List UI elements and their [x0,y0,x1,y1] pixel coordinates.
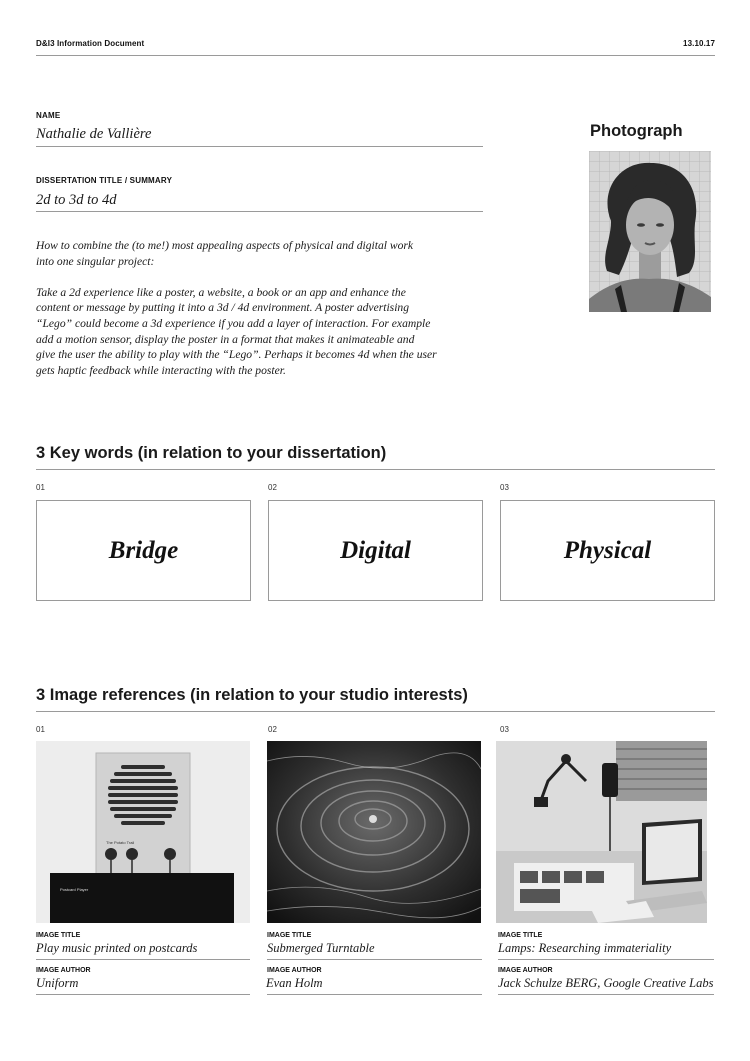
postcard-text: The Potato Trail [106,840,134,845]
references-heading: 3 Image references (in relation to your … [36,686,468,704]
reference-number: 03 [500,725,509,734]
reference-number: 02 [268,725,277,734]
caption-divider [267,959,482,960]
image-title-value: Lamps: Researching immateriality [498,941,672,955]
keyword-text: Digital [340,536,411,564]
keyword-text: Physical [563,536,652,564]
image-author-label: IMAGE AUTHOR [498,967,553,974]
image-author-label: IMAGE AUTHOR [267,967,322,974]
summary-line: content or message by putting it into a … [36,301,410,315]
dissertation-title: 2d to 3d to 4d [36,192,117,208]
name-value: Nathalie de Vallière [36,126,152,142]
dissertation-divider [36,211,483,212]
keyword-text: Bridge [108,536,179,564]
reference-image-postcard-player: The Potato Trail Postcard Player [36,741,250,923]
summary-line: “Lego” could become a 3d experience if y… [36,316,431,330]
reference-number: 01 [36,725,45,734]
image-title-label: IMAGE TITLE [267,932,312,939]
keyword-number: 03 [500,483,509,492]
image-author-value: Evan Holm [266,976,323,990]
name-divider [36,146,483,147]
keywords-heading: 3 Key words (in relation to your dissert… [36,444,387,462]
header-divider [36,55,715,56]
summary-line: give the user the ability to play with t… [36,348,437,362]
keyword-box: Digital [268,500,483,601]
keyword-box: Bridge [36,500,251,601]
player-text: Postcard Player [60,887,89,892]
image-author-value: Jack Schulze BERG, Google Creative Labs [498,976,714,990]
caption-divider [498,959,714,960]
keyword-number: 02 [268,483,277,492]
reference-image-submerged-turntable [267,741,481,923]
caption-divider [36,994,250,995]
dissertation-label: DISSERTATION TITLE / SUMMARY [36,176,173,185]
name-label: NAME [36,111,61,120]
keyword-box: Physical [500,500,715,601]
summary-line: Take a 2d experience like a poster, a we… [36,285,406,299]
image-author-label: IMAGE AUTHOR [36,967,91,974]
keywords-divider [36,469,715,470]
dissertation-summary: How to combine the (to me!) most appeali… [36,238,456,378]
document-date: 13.10.17 [683,39,715,48]
summary-line: into one singular project: [36,254,155,268]
document-title: D&I3 Information Document [36,39,145,48]
image-author-value: Uniform [36,976,79,990]
references-divider [36,711,715,712]
reference-image-lamps [496,741,707,923]
caption-divider [36,959,250,960]
summary-line: gets haptic feedback while interacting w… [36,363,286,377]
image-title-value: Submerged Turntable [267,941,375,955]
image-title-label: IMAGE TITLE [36,932,81,939]
summary-line: add a motion sensor, display the poster … [36,332,415,346]
portrait-photo [589,151,711,312]
caption-divider [498,994,714,995]
caption-divider [267,994,482,995]
summary-line: How to combine the (to me!) most appeali… [36,239,414,252]
image-title-value: Play music printed on postcards [36,941,198,955]
photograph-heading: Photograph [590,122,683,140]
keyword-number: 01 [36,483,45,492]
image-title-label: IMAGE TITLE [498,932,543,939]
